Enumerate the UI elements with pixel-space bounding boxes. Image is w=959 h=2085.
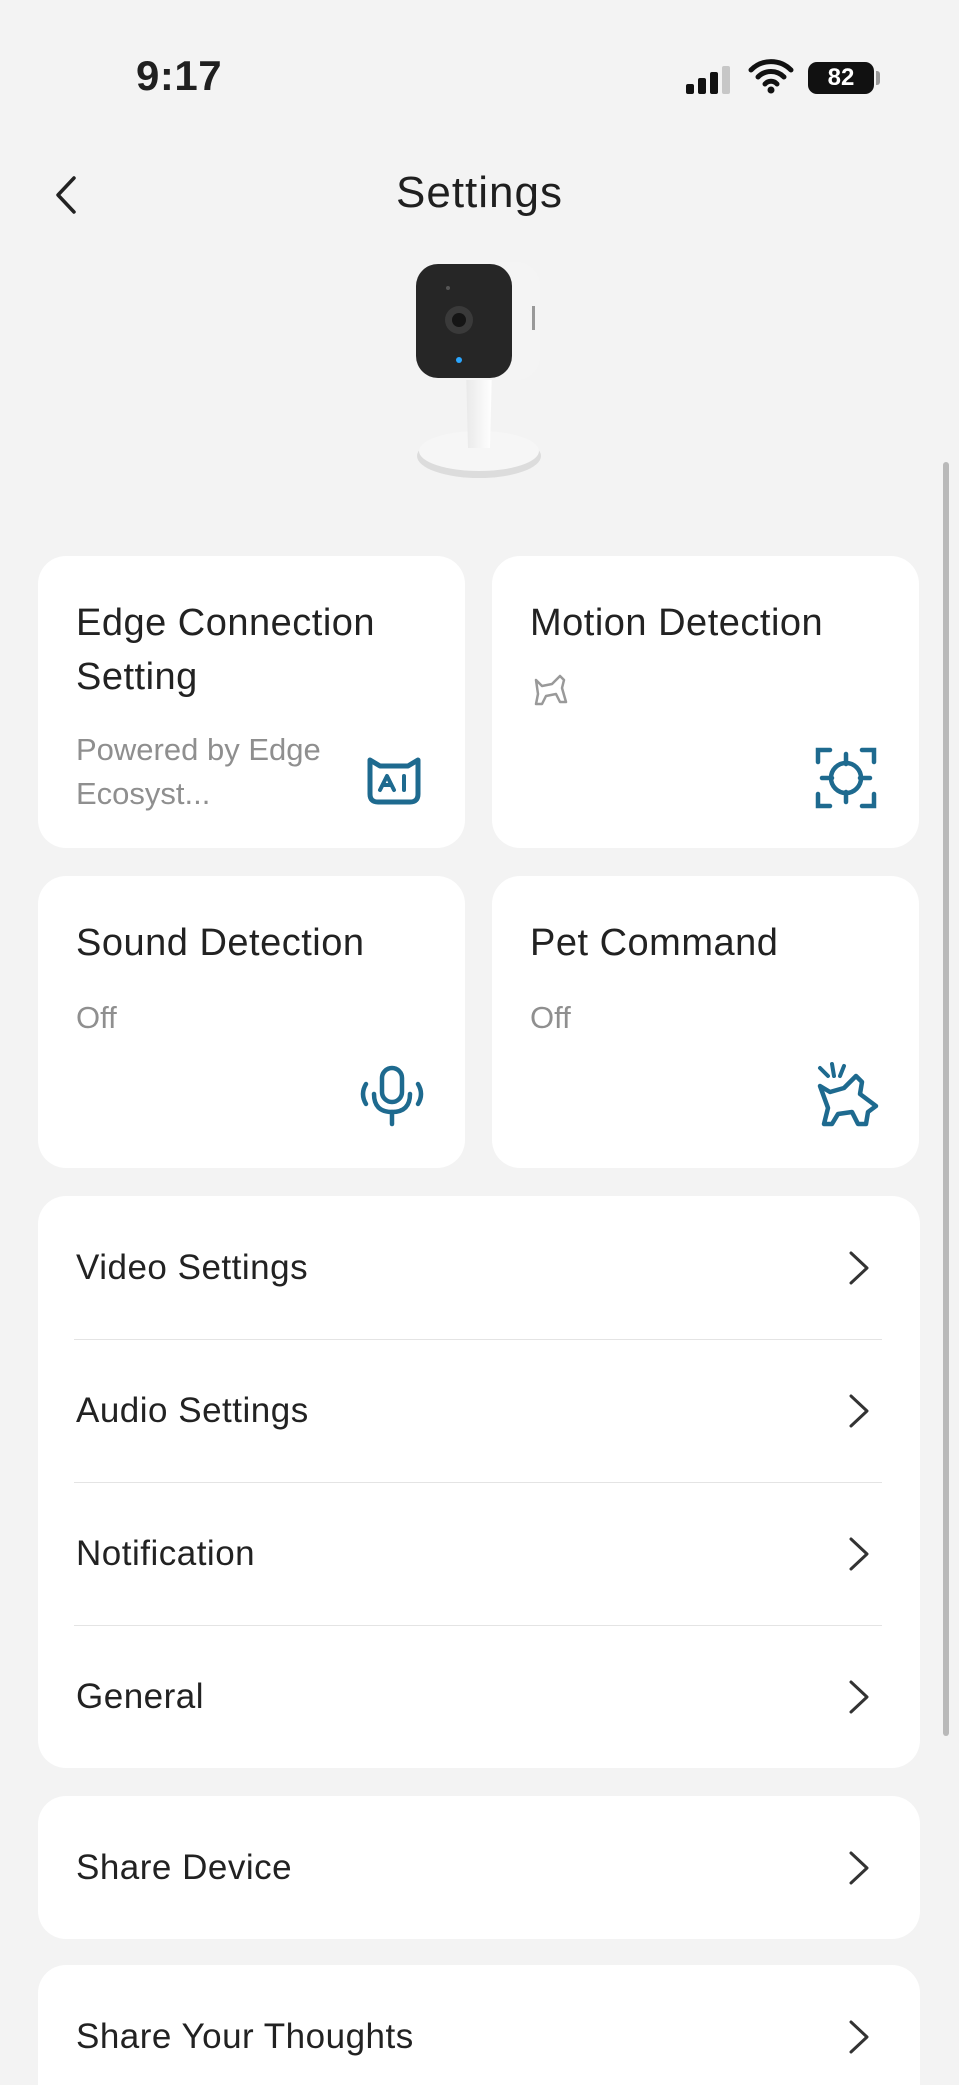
battery-icon: 82 (808, 62, 874, 94)
microphone-icon (360, 1065, 424, 1127)
list-item-video-settings[interactable]: Video Settings (38, 1196, 920, 1339)
chevron-right-icon (849, 2020, 869, 2054)
list-item-general[interactable]: General (38, 1625, 920, 1768)
list-item-share-your-thoughts[interactable]: Share Your Thoughts (38, 1965, 920, 2085)
scrollbar[interactable] (943, 462, 949, 1736)
share-thoughts-group: Share Your Thoughts (38, 1965, 920, 2085)
chevron-right-icon (849, 1680, 869, 1714)
tile-title: Sound Detection (76, 922, 365, 964)
row-label: Notification (76, 1534, 256, 1573)
chevron-right-icon (849, 1537, 869, 1571)
chevron-right-icon (849, 1394, 869, 1428)
tile-subtitle: Off (530, 1000, 571, 1035)
status-time: 9:17 (136, 52, 223, 99)
tile-sound-detection[interactable]: Sound Detection Off (38, 876, 465, 1168)
tile-title: Motion Detection (530, 602, 824, 644)
page-title: Settings (396, 168, 563, 217)
tile-pet-command[interactable]: Pet Command Off (492, 876, 919, 1168)
row-label: Share Your Thoughts (76, 2017, 414, 2056)
status-bar: 9:17 82 (0, 0, 959, 140)
pet-outline-icon (534, 674, 568, 706)
cellular-signal-icon (686, 64, 732, 94)
row-label: Share Device (76, 1848, 293, 1887)
list-item-audio-settings[interactable]: Audio Settings (38, 1339, 920, 1482)
tile-edge-connection[interactable]: Edge Connection Setting Powered by Edge … (38, 556, 465, 848)
chevron-right-icon (849, 1851, 869, 1885)
pet-command-icon (817, 1062, 879, 1127)
tile-title: Pet Command (530, 922, 779, 964)
tile-motion-detection[interactable]: Motion Detection (492, 556, 919, 848)
chevron-right-icon (849, 1251, 869, 1285)
settings-list: Video Settings Audio Settings Notificati… (38, 1196, 920, 1768)
camera-device-image (416, 262, 541, 478)
ai-bot-icon (367, 757, 421, 805)
battery-cap (876, 71, 880, 85)
tile-title: Edge Connection Setting (76, 602, 376, 698)
tile-subtitle: Powered by Edge Ecosyst... (76, 732, 321, 811)
wifi-icon (748, 59, 794, 94)
list-item-notification[interactable]: Notification (38, 1482, 920, 1625)
list-item-share-device[interactable]: Share Device (38, 1796, 920, 1939)
target-icon (815, 747, 877, 809)
share-device-group: Share Device (38, 1796, 920, 1939)
row-label: General (76, 1677, 205, 1716)
row-label: Audio Settings (76, 1391, 309, 1430)
tile-subtitle: Off (76, 1000, 117, 1035)
row-label: Video Settings (76, 1248, 309, 1287)
header: Settings (0, 140, 959, 250)
